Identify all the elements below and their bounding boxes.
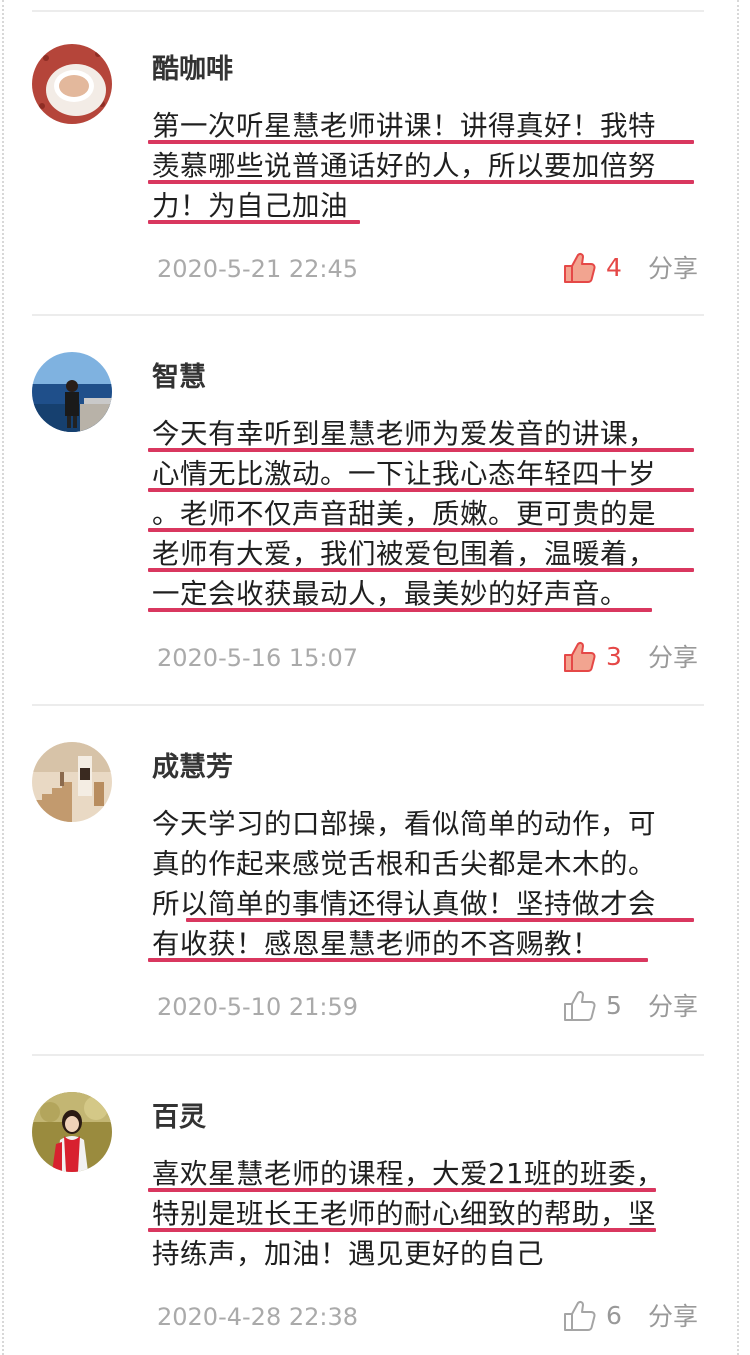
thumbs-up-icon xyxy=(564,252,596,283)
woman-red-scarf-avatar[interactable] xyxy=(32,1092,112,1172)
highlight-underline xyxy=(148,568,694,572)
comment-text: 喜欢星慧老师的课程，大爱21班的班委， 特别是班长王老师的耐心细致的帮助，坚 持… xyxy=(152,1154,712,1274)
page-frame-right-border xyxy=(737,0,739,1355)
like-count: 6 xyxy=(606,1301,622,1330)
thumbs-up-icon xyxy=(564,641,596,672)
divider xyxy=(32,704,704,706)
thumbs-up-icon xyxy=(564,990,596,1021)
like-button[interactable]: 3 xyxy=(562,639,622,675)
divider xyxy=(32,314,704,316)
commenter-name[interactable]: 智慧 xyxy=(152,360,206,396)
commenter-name[interactable]: 酷咖啡 xyxy=(152,52,233,88)
highlight-underline xyxy=(148,220,360,224)
like-count: 4 xyxy=(606,253,622,282)
like-count: 5 xyxy=(606,991,622,1020)
comment-timestamp: 2020-5-16 15:07 xyxy=(157,644,358,672)
comment-text: 今天有幸听到星慧老师为爱发音的讲课， 心情无比激动。一下让我心态年轻四十岁 。老… xyxy=(152,414,712,614)
like-button[interactable]: 4 xyxy=(562,250,622,286)
divider xyxy=(32,1054,704,1056)
like-button[interactable]: 6 xyxy=(562,1298,622,1334)
highlight-underline xyxy=(148,528,694,532)
share-button[interactable]: 分享 xyxy=(648,643,698,673)
like-count: 3 xyxy=(606,642,622,671)
share-button[interactable]: 分享 xyxy=(648,992,698,1022)
highlight-underline xyxy=(148,180,694,184)
comment-timestamp: 2020-5-10 21:59 xyxy=(157,993,358,1021)
highlight-underline xyxy=(148,1228,656,1232)
highlight-underline xyxy=(186,918,694,922)
comment-line: 今天学习的口部操，看似简单的动作，可 xyxy=(152,808,656,840)
comment-text: 第一次听星慧老师讲课！讲得真好！我特 羡慕哪些说普通话好的人，所以要加倍努 力！… xyxy=(152,106,712,226)
highlight-underline xyxy=(148,488,694,492)
comment-timestamp: 2020-4-28 22:38 xyxy=(157,1303,358,1331)
highlight-underline xyxy=(148,448,694,452)
page-frame-left-border xyxy=(2,0,4,1355)
commenter-name[interactable]: 百灵 xyxy=(152,1100,206,1136)
comment-text: 今天学习的口部操，看似简单的动作，可 真的作起来感觉舌根和舌尖都是木木的。 所以… xyxy=(152,804,712,964)
coffee-cup-avatar[interactable] xyxy=(32,44,112,124)
sea-person-avatar[interactable] xyxy=(32,352,112,432)
comment-timestamp: 2020-5-21 22:45 xyxy=(157,255,358,283)
divider xyxy=(32,10,704,12)
highlight-underline xyxy=(148,1188,656,1192)
highlight-underline xyxy=(148,140,694,144)
share-button[interactable]: 分享 xyxy=(648,254,698,284)
like-button[interactable]: 5 xyxy=(562,988,622,1024)
share-button[interactable]: 分享 xyxy=(648,1302,698,1332)
thumbs-up-icon xyxy=(564,1300,596,1331)
highlight-underline xyxy=(148,608,652,612)
comment-line: 持练声，加油！遇见更好的自己 xyxy=(152,1238,544,1270)
staircase-avatar[interactable] xyxy=(32,742,112,822)
highlight-underline xyxy=(148,958,648,962)
commenter-name[interactable]: 成慧芳 xyxy=(152,750,233,786)
comment-line: 真的作起来感觉舌根和舌尖都是木木的。 xyxy=(152,848,656,880)
